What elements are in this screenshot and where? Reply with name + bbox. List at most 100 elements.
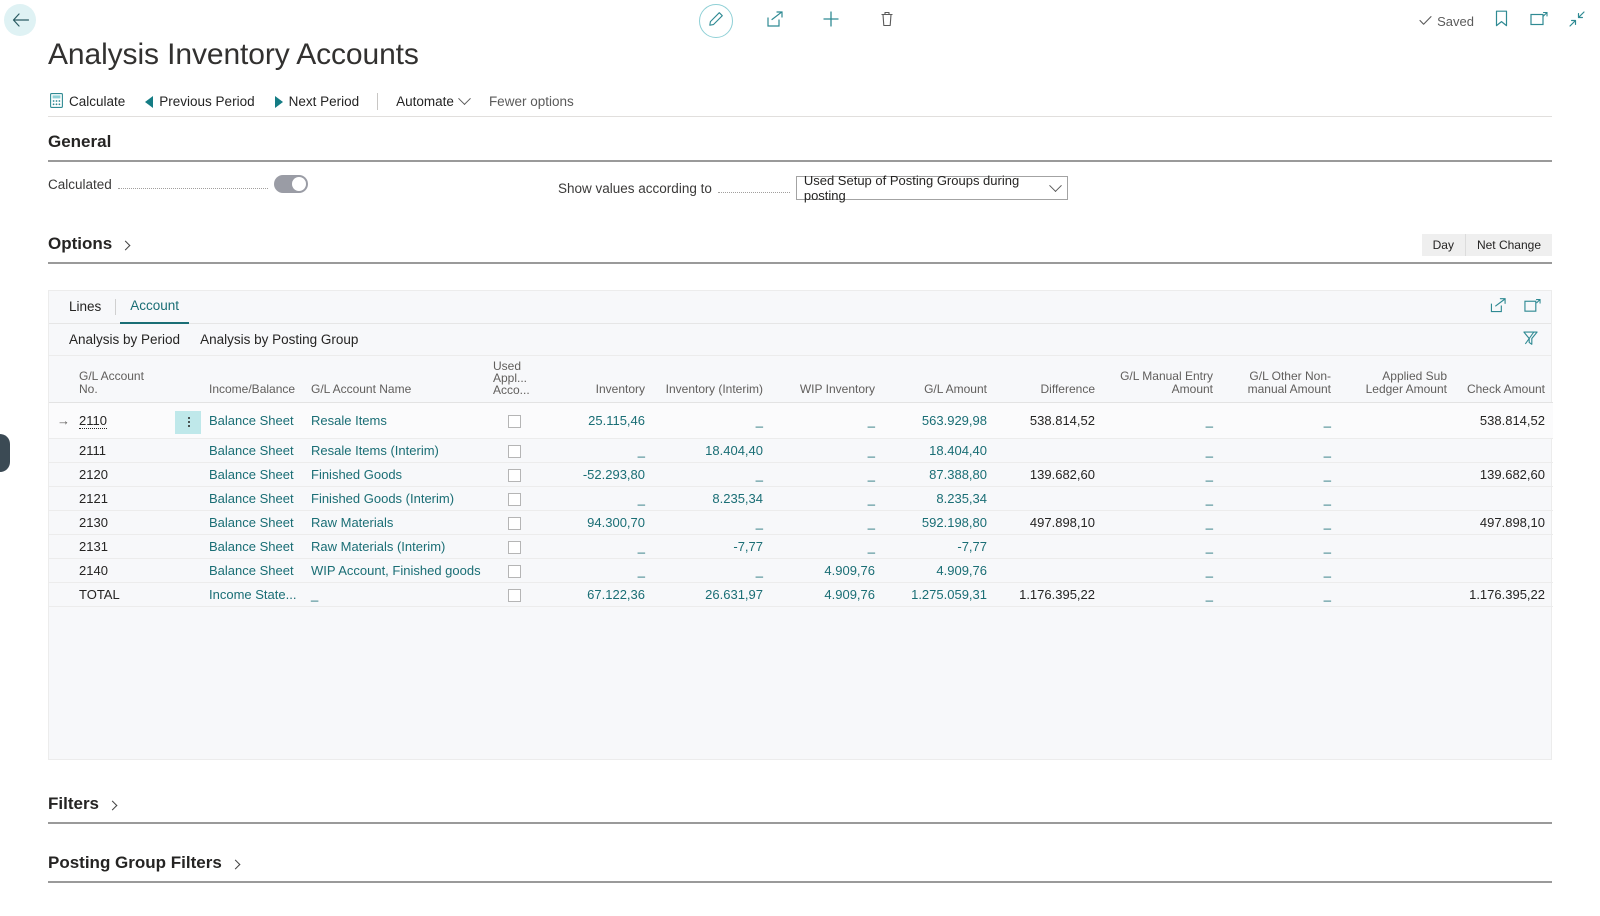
- cell-gl-amount[interactable]: -7,77: [883, 534, 995, 559]
- cell-income-balance[interactable]: Balance Sheet: [201, 402, 303, 439]
- cell-income-balance[interactable]: Balance Sheet: [201, 534, 303, 559]
- cell-difference[interactable]: 538.814,52: [995, 402, 1103, 439]
- cell-account-no[interactable]: 2130: [71, 510, 167, 535]
- used-appl-checkbox[interactable]: [507, 468, 521, 482]
- cell-gl-amount[interactable]: 4.909,76: [883, 558, 995, 583]
- col-account-no[interactable]: G/L Account No.: [71, 356, 167, 403]
- col-inventory-interim[interactable]: Inventory (Interim): [653, 356, 771, 403]
- cell-gl-manual-entry-amount[interactable]: _: [1103, 582, 1221, 607]
- cell-difference[interactable]: [995, 558, 1103, 583]
- cell-account-no[interactable]: 2110: [71, 402, 167, 439]
- cell-gl-manual-entry-amount[interactable]: _: [1103, 510, 1221, 535]
- cell-account-name[interactable]: _: [303, 582, 485, 607]
- cell-inventory-interim[interactable]: _: [653, 558, 771, 583]
- cell-applied-sub-ledger-amount[interactable]: [1339, 486, 1455, 511]
- cell-difference[interactable]: 139.682,60: [995, 462, 1103, 487]
- cell-gl-amount[interactable]: 563.929,98: [883, 402, 995, 439]
- cell-difference[interactable]: [995, 486, 1103, 511]
- cell-gl-manual-entry-amount[interactable]: _: [1103, 438, 1221, 463]
- cell-row-menu[interactable]: [167, 402, 201, 439]
- col-gl-other-nonmanual-amount[interactable]: G/L Other Non-manual Amount: [1221, 356, 1339, 403]
- cell-applied-sub-ledger-amount[interactable]: [1339, 510, 1455, 535]
- cell-account-name[interactable]: Raw Materials: [303, 510, 485, 535]
- previous-period-button[interactable]: Previous Period: [135, 91, 264, 112]
- used-appl-checkbox[interactable]: [507, 588, 521, 602]
- new-button[interactable]: [817, 7, 845, 35]
- share-button[interactable]: [761, 7, 789, 35]
- cell-inventory[interactable]: 94.300,70: [543, 510, 653, 535]
- cell-gl-other-nonmanual-amount[interactable]: _: [1221, 486, 1339, 511]
- cell-account-no[interactable]: TOTAL: [71, 582, 167, 607]
- cell-gl-other-nonmanual-amount[interactable]: _: [1221, 582, 1339, 607]
- col-applied-sub-ledger-amount[interactable]: Applied Sub Ledger Amount: [1339, 356, 1455, 403]
- cell-gl-other-nonmanual-amount[interactable]: _: [1221, 534, 1339, 559]
- cell-account-no[interactable]: 2131: [71, 534, 167, 559]
- net-change-button[interactable]: Net Change: [1465, 234, 1552, 256]
- open-in-new-window-button[interactable]: [1528, 10, 1550, 32]
- cell-difference[interactable]: [995, 534, 1103, 559]
- cell-inventory-interim[interactable]: -7,77: [653, 534, 771, 559]
- cell-inventory[interactable]: _: [543, 438, 653, 463]
- cell-wip-inventory[interactable]: _: [771, 534, 883, 559]
- calculate-button[interactable]: Calculate: [48, 90, 135, 114]
- edit-button[interactable]: [699, 4, 733, 38]
- cell-account-no[interactable]: 2120: [71, 462, 167, 487]
- cell-inventory[interactable]: -52.293,80: [543, 462, 653, 487]
- cell-difference[interactable]: 1.176.395,22: [995, 582, 1103, 607]
- section-header-filters[interactable]: Filters: [48, 794, 1552, 824]
- col-difference[interactable]: Difference: [995, 356, 1103, 403]
- cell-check-amount[interactable]: [1455, 486, 1553, 511]
- cell-gl-manual-entry-amount[interactable]: _: [1103, 534, 1221, 559]
- show-values-dropdown[interactable]: Used Setup of Posting Groups during post…: [795, 173, 1068, 203]
- cell-account-no[interactable]: 2140: [71, 558, 167, 583]
- cell-gl-manual-entry-amount[interactable]: _: [1103, 402, 1221, 439]
- cell-gl-amount[interactable]: 18.404,40: [883, 438, 995, 463]
- cell-applied-sub-ledger-amount[interactable]: [1339, 534, 1455, 559]
- tab-account[interactable]: Account: [120, 290, 190, 324]
- cell-check-amount[interactable]: 538.814,52: [1455, 402, 1553, 439]
- cell-used-appl-acco[interactable]: [485, 438, 543, 463]
- col-account-name[interactable]: G/L Account Name: [303, 356, 485, 403]
- cell-applied-sub-ledger-amount[interactable]: [1339, 582, 1455, 607]
- cell-inventory-interim[interactable]: _: [653, 402, 771, 439]
- cell-gl-other-nonmanual-amount[interactable]: _: [1221, 510, 1339, 535]
- panel-share-button[interactable]: [1489, 298, 1507, 317]
- cell-gl-other-nonmanual-amount[interactable]: _: [1221, 558, 1339, 583]
- table-row[interactable]: 2121 Balance Sheet Finished Goods (Interim…: [49, 486, 1553, 511]
- table-row[interactable]: 2140 Balance Sheet WIP Account, Finished g…: [49, 558, 1553, 583]
- bookmark-button[interactable]: [1490, 10, 1512, 32]
- cell-gl-amount[interactable]: 8.235,34: [883, 486, 995, 511]
- col-income-balance[interactable]: Income/Balance: [201, 356, 303, 403]
- col-gl-manual-entry-amount[interactable]: G/L Manual Entry Amount: [1103, 356, 1221, 403]
- cell-check-amount[interactable]: [1455, 534, 1553, 559]
- cell-income-balance[interactable]: Balance Sheet: [201, 462, 303, 487]
- cell-applied-sub-ledger-amount[interactable]: [1339, 402, 1455, 439]
- cell-used-appl-acco[interactable]: [485, 534, 543, 559]
- collapse-button[interactable]: [1566, 10, 1588, 32]
- col-inventory[interactable]: Inventory: [543, 356, 653, 403]
- cell-used-appl-acco[interactable]: [485, 402, 543, 439]
- cell-gl-manual-entry-amount[interactable]: _: [1103, 462, 1221, 487]
- cell-used-appl-acco[interactable]: [485, 486, 543, 511]
- cell-inventory[interactable]: _: [543, 558, 653, 583]
- open-in-excel-button[interactable]: [1523, 298, 1541, 317]
- cell-used-appl-acco[interactable]: [485, 582, 543, 607]
- cell-used-appl-acco[interactable]: [485, 510, 543, 535]
- cell-gl-manual-entry-amount[interactable]: _: [1103, 558, 1221, 583]
- col-gl-amount[interactable]: G/L Amount: [883, 356, 995, 403]
- cell-wip-inventory[interactable]: _: [771, 486, 883, 511]
- cell-inventory-interim[interactable]: 8.235,34: [653, 486, 771, 511]
- cell-inventory-interim[interactable]: 18.404,40: [653, 438, 771, 463]
- cell-income-balance[interactable]: Balance Sheet: [201, 558, 303, 583]
- col-check-amount[interactable]: Check Amount: [1455, 356, 1553, 403]
- fewer-options-button[interactable]: Fewer options: [479, 91, 584, 112]
- table-row[interactable]: TOTAL Income State... _ 67.122,36 26.631,97 4…: [49, 582, 1553, 607]
- table-row[interactable]: 2130 Balance Sheet Raw Materials 94.300,70 _…: [49, 510, 1553, 535]
- calculated-toggle[interactable]: [273, 175, 308, 193]
- cell-wip-inventory[interactable]: _: [771, 402, 883, 439]
- col-used-appl-acco[interactable]: Used Appl... Acco...: [485, 356, 543, 403]
- next-period-button[interactable]: Next Period: [265, 91, 370, 112]
- cell-applied-sub-ledger-amount[interactable]: [1339, 462, 1455, 487]
- cell-check-amount[interactable]: [1455, 438, 1553, 463]
- used-appl-checkbox[interactable]: [507, 516, 521, 530]
